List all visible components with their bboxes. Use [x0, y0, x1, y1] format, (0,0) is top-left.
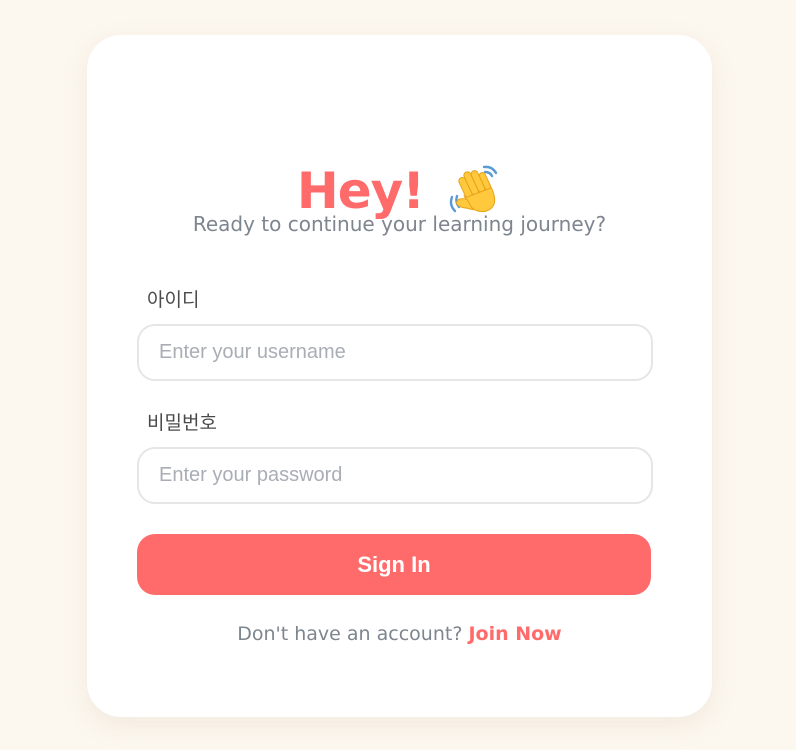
password-input[interactable] — [137, 447, 653, 504]
join-now-link[interactable]: Join Now — [468, 623, 561, 645]
password-label: 비밀번호 — [147, 412, 217, 434]
sign-in-button[interactable]: Sign In — [137, 534, 651, 595]
signup-prompt-text: Don't have an account? — [237, 623, 463, 645]
username-input[interactable] — [137, 324, 653, 381]
username-label: 아이디 — [147, 289, 200, 311]
subtitle: Ready to continue your learning journey? — [192, 212, 607, 236]
login-card: Hey! Ready to continue your learning jou… — [87, 35, 712, 717]
signup-prompt: Don't have an account? Join Now — [87, 621, 712, 647]
